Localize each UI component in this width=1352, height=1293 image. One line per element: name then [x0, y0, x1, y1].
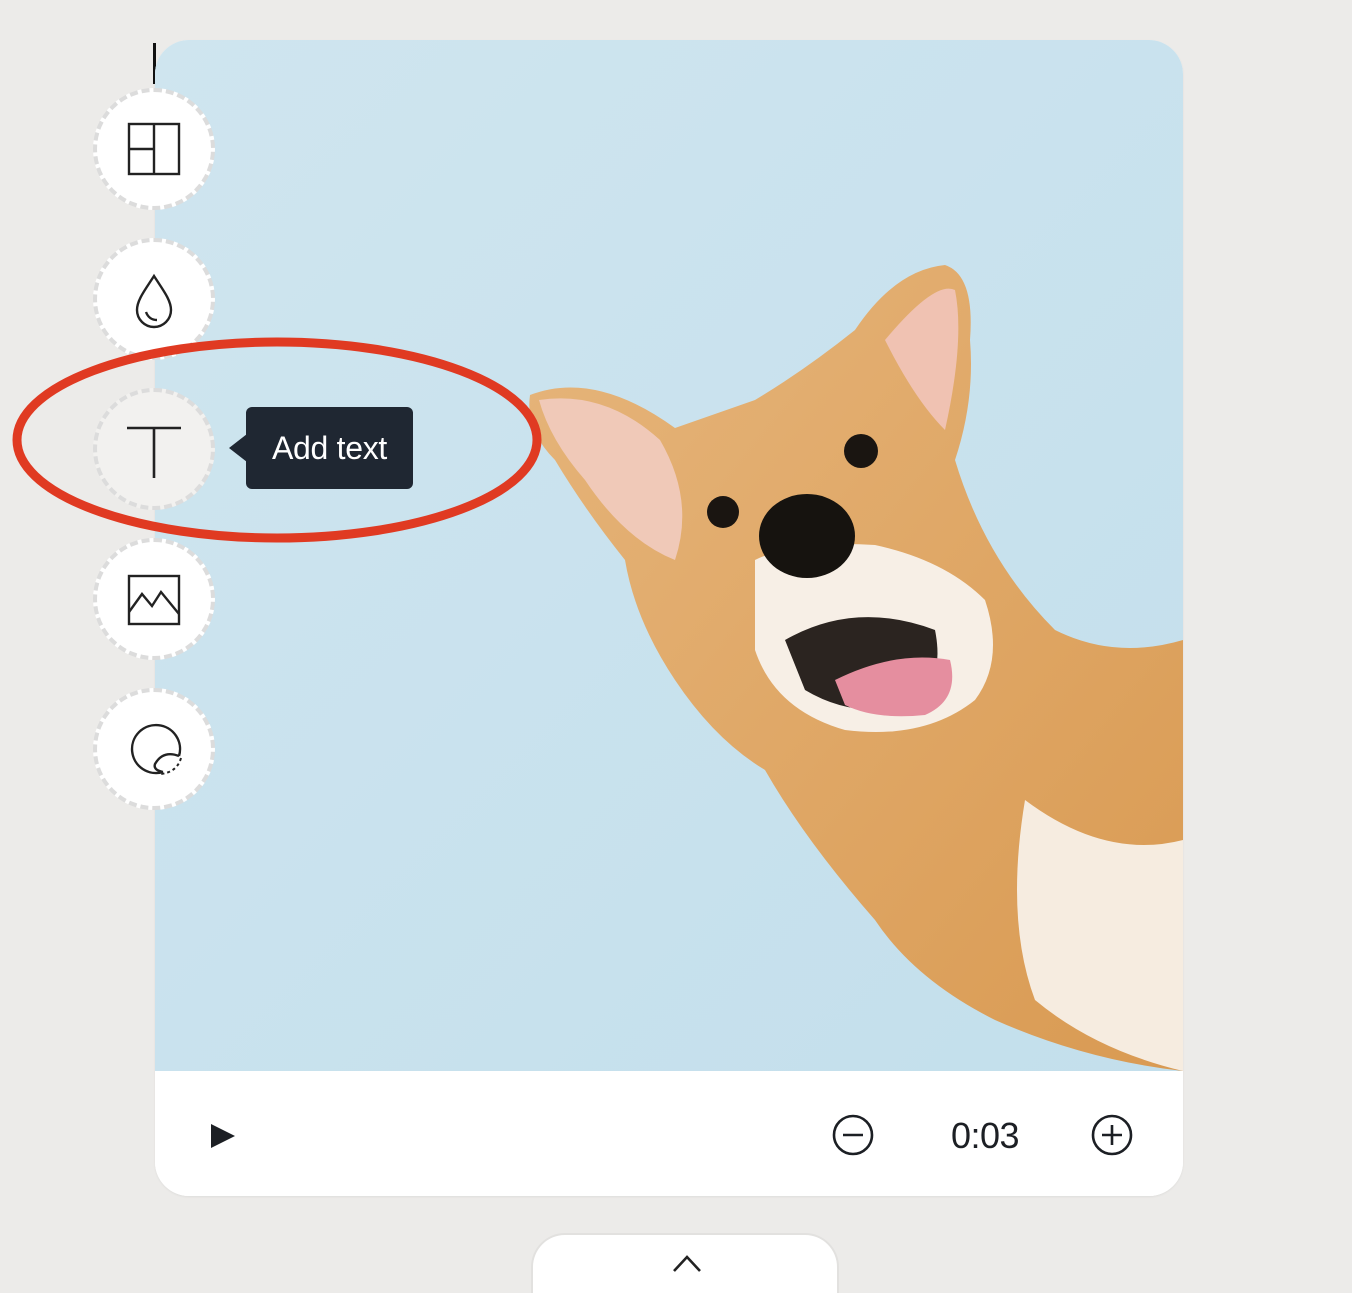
tooltip-arrow	[229, 434, 247, 462]
canvas-photo[interactable]	[155, 40, 1183, 1071]
minus-circle-icon[interactable]	[831, 1113, 875, 1157]
play-icon[interactable]	[203, 1116, 243, 1156]
image-icon	[127, 574, 181, 626]
media-tool-button[interactable]	[93, 538, 215, 660]
sticker-icon	[130, 723, 182, 775]
duration-label: 0:03	[950, 1115, 1020, 1156]
plus-circle-icon[interactable]	[1090, 1113, 1134, 1157]
playback-controls: 0:03	[155, 1071, 1183, 1196]
chevron-up-icon	[673, 1255, 701, 1272]
editor-canvas: 0:03	[155, 40, 1183, 1196]
layout-icon	[127, 122, 181, 176]
sticker-tool-button[interactable]	[93, 688, 215, 810]
layout-tool-button[interactable]	[93, 88, 215, 210]
text-icon	[127, 426, 181, 478]
drop-icon	[135, 273, 173, 329]
expand-panel-button[interactable]	[531, 1233, 839, 1293]
color-tool-button[interactable]	[93, 238, 215, 360]
add-text-tooltip: Add text	[246, 407, 413, 489]
text-tool-button[interactable]	[93, 388, 215, 510]
